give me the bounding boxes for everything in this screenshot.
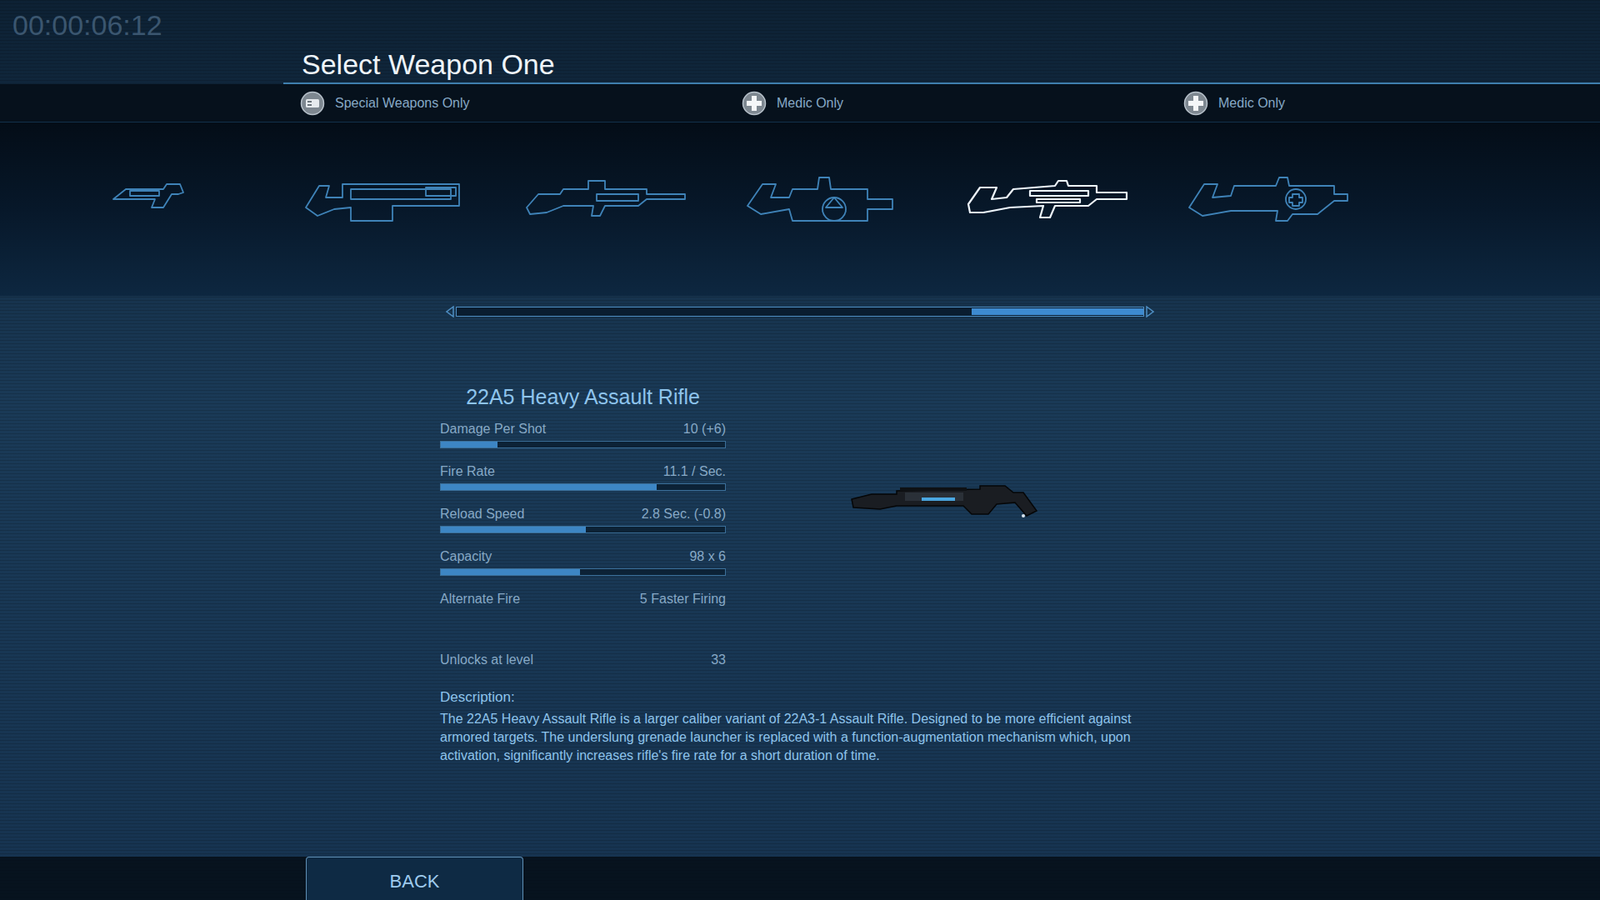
- weapon-preview: [846, 474, 1057, 525]
- scroll-right-icon[interactable]: [1145, 305, 1155, 318]
- weapon-3-icon[interactable]: [517, 165, 693, 233]
- scroll-track[interactable]: [455, 306, 1145, 317]
- stats-list: Damage Per Shot 10 (+6) Fire Rate 11.1 / Se…: [440, 420, 726, 591]
- restriction-cell: Medic Only: [715, 84, 936, 122]
- carousel-scrollbar[interactable]: [445, 305, 1155, 318]
- unlock-label: Unlocks at level: [440, 650, 534, 670]
- alt-fire-row: Alternate Fire 5 Faster Firing: [440, 590, 726, 608]
- description-text: The 22A5 Heavy Assault Rifle is a larger…: [440, 710, 1169, 765]
- stat-bar: [440, 568, 726, 576]
- scroll-left-icon[interactable]: [445, 305, 455, 318]
- stat-label: Fire Rate: [440, 461, 495, 482]
- weapon-slot[interactable]: [1171, 161, 1364, 237]
- screen: 00:00:06:12 Select Weapon One Special We…: [0, 0, 1600, 900]
- footer: BACK: [0, 856, 1600, 900]
- weapon-slot[interactable]: [509, 161, 701, 237]
- screen-title: Select Weapon One: [301, 45, 555, 83]
- medic-cross-icon: [1183, 90, 1209, 116]
- stat-value: 11.1 / Sec.: [663, 461, 726, 482]
- stat-bar-fill: [440, 526, 586, 533]
- stat-bar-fill: [440, 484, 657, 490]
- weapon-2-icon[interactable]: [296, 165, 472, 233]
- stat-bar-fill: [440, 441, 498, 448]
- special-weapon-icon: [300, 90, 325, 116]
- stat-label: Damage Per Shot: [440, 419, 546, 440]
- weapon-slot[interactable]: [67, 161, 260, 237]
- stats-panel: 22A5 Heavy Assault Rifle Damage Per Shot…: [440, 383, 726, 669]
- restriction-cell: [52, 84, 274, 122]
- stat-label: Capacity: [440, 546, 492, 567]
- medic-cross-icon: [741, 90, 767, 116]
- weapon-6-icon[interactable]: [1180, 165, 1355, 233]
- restriction-cell: [935, 84, 1157, 122]
- stat-bar: [440, 440, 726, 449]
- rifle-icon: [846, 474, 1057, 525]
- timer: 00:00:06:12: [12, 9, 163, 41]
- unlock-value: 33: [710, 650, 726, 670]
- stat-bar: [440, 483, 726, 491]
- stat-row: Capacity 98 x 6: [440, 548, 726, 576]
- alt-fire-label: Alternate Fire: [440, 589, 520, 610]
- restriction-label: Special Weapons Only: [335, 93, 470, 114]
- back-button[interactable]: BACK: [305, 856, 524, 900]
- stat-header: Capacity 98 x 6: [440, 548, 726, 565]
- restriction-cell: Special Weapons Only: [273, 84, 495, 122]
- stat-row: Damage Per Shot 10 (+6): [440, 420, 726, 449]
- restriction-strip: Special Weapons Only Medic Only Medic Only: [0, 84, 1600, 123]
- description-label: Description:: [440, 689, 1600, 706]
- stat-row: Reload Speed 2.8 Sec. (-0.8): [440, 505, 726, 534]
- stat-value: 2.8 Sec. (-0.8): [641, 504, 726, 525]
- stat-row: Fire Rate 11.1 / Sec.: [440, 463, 726, 491]
- stat-label: Reload Speed: [440, 504, 525, 525]
- restriction-cell: Medic Only: [1156, 84, 1378, 122]
- stat-value: 10 (+6): [683, 419, 726, 440]
- stat-bar: [440, 525, 726, 534]
- stat-header: Damage Per Shot 10 (+6): [440, 420, 726, 438]
- stat-header: Fire Rate 11.1 / Sec.: [440, 463, 726, 480]
- weapon-name: 22A5 Heavy Assault Rifle: [440, 383, 726, 410]
- scanline-layer: 00:00:06:12 Select Weapon One Special We…: [0, 0, 1600, 900]
- weapon-details: 22A5 Heavy Assault Rifle Damage Per Shot…: [0, 383, 1600, 765]
- scroll-thumb[interactable]: [971, 308, 1144, 315]
- stat-header: Reload Speed 2.8 Sec. (-0.8): [440, 505, 726, 523]
- weapon-slot[interactable]: [730, 161, 922, 237]
- weapon-5-icon[interactable]: [959, 165, 1135, 233]
- weapon-1-icon[interactable]: [75, 165, 251, 233]
- stat-value: 98 x 6: [689, 546, 726, 567]
- restriction-label: Medic Only: [1218, 93, 1285, 114]
- spacer: [0, 765, 1600, 857]
- weapon-slot[interactable]: [950, 161, 1143, 237]
- weapon-slot[interactable]: [288, 161, 480, 237]
- stat-bar-fill: [440, 569, 580, 575]
- weapon-carousel: [0, 122, 1600, 296]
- alt-fire-value: 5 Faster Firing: [640, 589, 726, 610]
- header: 00:00:06:12 Select Weapon One: [0, 0, 1600, 85]
- restriction-label: Medic Only: [776, 93, 844, 114]
- weapon-band: Special Weapons Only Medic Only Medic Only: [0, 84, 1600, 296]
- unlock-row: Unlocks at level 33: [440, 651, 726, 669]
- weapon-4-icon[interactable]: [738, 165, 914, 233]
- restriction-cell: [494, 84, 715, 122]
